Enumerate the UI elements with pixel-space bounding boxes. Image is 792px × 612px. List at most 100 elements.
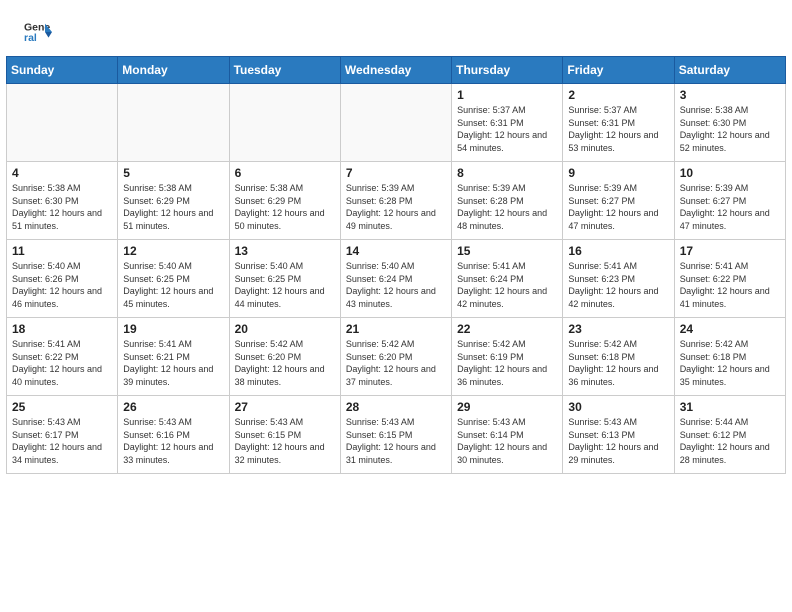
day-number: 2 [568, 88, 668, 102]
day-number: 6 [235, 166, 335, 180]
day-info: Sunrise: 5:42 AMSunset: 6:18 PMDaylight:… [680, 338, 780, 388]
day-info: Sunrise: 5:41 AMSunset: 6:24 PMDaylight:… [457, 260, 557, 310]
week-row-5: 25 Sunrise: 5:43 AMSunset: 6:17 PMDayligh… [7, 396, 786, 474]
day-number: 15 [457, 244, 557, 258]
day-cell [118, 84, 229, 162]
day-info: Sunrise: 5:41 AMSunset: 6:22 PMDaylight:… [12, 338, 112, 388]
day-info: Sunrise: 5:41 AMSunset: 6:21 PMDaylight:… [123, 338, 223, 388]
weekday-header-tuesday: Tuesday [229, 57, 340, 84]
day-number: 11 [12, 244, 112, 258]
day-number: 22 [457, 322, 557, 336]
weekday-header-row: SundayMondayTuesdayWednesdayThursdayFrid… [7, 57, 786, 84]
day-info: Sunrise: 5:39 AMSunset: 6:28 PMDaylight:… [346, 182, 446, 232]
day-info: Sunrise: 5:43 AMSunset: 6:17 PMDaylight:… [12, 416, 112, 466]
day-cell: 15 Sunrise: 5:41 AMSunset: 6:24 PMDayligh… [452, 240, 563, 318]
day-info: Sunrise: 5:42 AMSunset: 6:20 PMDaylight:… [346, 338, 446, 388]
day-info: Sunrise: 5:43 AMSunset: 6:14 PMDaylight:… [457, 416, 557, 466]
day-cell: 5 Sunrise: 5:38 AMSunset: 6:29 PMDaylight… [118, 162, 229, 240]
day-cell: 22 Sunrise: 5:42 AMSunset: 6:19 PMDayligh… [452, 318, 563, 396]
day-cell: 7 Sunrise: 5:39 AMSunset: 6:28 PMDaylight… [340, 162, 451, 240]
day-cell: 9Sunrise: 5:39 AMSunset: 6:27 PMDaylight… [563, 162, 674, 240]
day-cell: 28Sunrise: 5:43 AMSunset: 6:15 PMDayligh… [340, 396, 451, 474]
weekday-header-monday: Monday [118, 57, 229, 84]
week-row-2: 4Sunrise: 5:38 AMSunset: 6:30 PMDaylight… [7, 162, 786, 240]
day-cell: 13Sunrise: 5:40 AMSunset: 6:25 PMDayligh… [229, 240, 340, 318]
day-info: Sunrise: 5:39 AMSunset: 6:27 PMDaylight:… [680, 182, 780, 232]
day-cell: 17 Sunrise: 5:41 AMSunset: 6:22 PMDayligh… [674, 240, 785, 318]
day-cell: 3 Sunrise: 5:38 AMSunset: 6:30 PMDaylight… [674, 84, 785, 162]
day-info: Sunrise: 5:37 AMSunset: 6:31 PMDaylight:… [568, 104, 668, 154]
day-number: 12 [123, 244, 223, 258]
day-info: Sunrise: 5:37 AMSunset: 6:31 PMDaylight:… [457, 104, 557, 154]
day-number: 27 [235, 400, 335, 414]
day-info: Sunrise: 5:44 AMSunset: 6:12 PMDaylight:… [680, 416, 780, 466]
weekday-header-thursday: Thursday [452, 57, 563, 84]
calendar-wrapper: SundayMondayTuesdayWednesdayThursdayFrid… [0, 56, 792, 480]
day-cell: 29 Sunrise: 5:43 AMSunset: 6:14 PMDayligh… [452, 396, 563, 474]
day-cell: 11 Sunrise: 5:40 AMSunset: 6:26 PMDayligh… [7, 240, 118, 318]
day-cell: 21 Sunrise: 5:42 AMSunset: 6:20 PMDayligh… [340, 318, 451, 396]
day-info: Sunrise: 5:39 AMSunset: 6:28 PMDaylight:… [457, 182, 557, 232]
day-number: 21 [346, 322, 446, 336]
day-number: 30 [568, 400, 668, 414]
day-cell: 20Sunrise: 5:42 AMSunset: 6:20 PMDayligh… [229, 318, 340, 396]
day-info: Sunrise: 5:42 AMSunset: 6:20 PMDaylight:… [235, 338, 335, 388]
logo-icon: Gene ral [24, 18, 52, 46]
day-cell: 26Sunrise: 5:43 AMSunset: 6:16 PMDayligh… [118, 396, 229, 474]
day-info: Sunrise: 5:40 AMSunset: 6:24 PMDaylight:… [346, 260, 446, 310]
day-number: 18 [12, 322, 112, 336]
day-number: 14 [346, 244, 446, 258]
day-info: Sunrise: 5:41 AMSunset: 6:23 PMDaylight:… [568, 260, 668, 310]
day-info: Sunrise: 5:42 AMSunset: 6:19 PMDaylight:… [457, 338, 557, 388]
day-info: Sunrise: 5:38 AMSunset: 6:29 PMDaylight:… [123, 182, 223, 232]
day-number: 9 [568, 166, 668, 180]
weekday-header-saturday: Saturday [674, 57, 785, 84]
day-number: 24 [680, 322, 780, 336]
day-info: Sunrise: 5:41 AMSunset: 6:22 PMDaylight:… [680, 260, 780, 310]
day-info: Sunrise: 5:40 AMSunset: 6:25 PMDaylight:… [235, 260, 335, 310]
day-cell: 6 Sunrise: 5:38 AMSunset: 6:29 PMDaylight… [229, 162, 340, 240]
day-cell: 2 Sunrise: 5:37 AMSunset: 6:31 PMDaylight… [563, 84, 674, 162]
day-cell: 30 Sunrise: 5:43 AMSunset: 6:13 PMDayligh… [563, 396, 674, 474]
week-row-1: 1 Sunrise: 5:37 AMSunset: 6:31 PMDaylight… [7, 84, 786, 162]
day-cell: 4Sunrise: 5:38 AMSunset: 6:30 PMDaylight… [7, 162, 118, 240]
day-cell [7, 84, 118, 162]
day-number: 1 [457, 88, 557, 102]
day-cell: 10 Sunrise: 5:39 AMSunset: 6:27 PMDayligh… [674, 162, 785, 240]
page-header: Gene ral [0, 0, 792, 56]
day-number: 19 [123, 322, 223, 336]
day-info: Sunrise: 5:38 AMSunset: 6:29 PMDaylight:… [235, 182, 335, 232]
day-info: Sunrise: 5:42 AMSunset: 6:18 PMDaylight:… [568, 338, 668, 388]
day-cell: 8 Sunrise: 5:39 AMSunset: 6:28 PMDaylight… [452, 162, 563, 240]
week-row-4: 18 Sunrise: 5:41 AMSunset: 6:22 PMDayligh… [7, 318, 786, 396]
day-number: 29 [457, 400, 557, 414]
day-info: Sunrise: 5:43 AMSunset: 6:15 PMDaylight:… [235, 416, 335, 466]
day-info: Sunrise: 5:40 AMSunset: 6:26 PMDaylight:… [12, 260, 112, 310]
day-number: 7 [346, 166, 446, 180]
day-cell: 1 Sunrise: 5:37 AMSunset: 6:31 PMDaylight… [452, 84, 563, 162]
day-info: Sunrise: 5:43 AMSunset: 6:13 PMDaylight:… [568, 416, 668, 466]
calendar-table: SundayMondayTuesdayWednesdayThursdayFrid… [6, 56, 786, 474]
day-number: 5 [123, 166, 223, 180]
day-number: 10 [680, 166, 780, 180]
day-cell: 24 Sunrise: 5:42 AMSunset: 6:18 PMDayligh… [674, 318, 785, 396]
day-info: Sunrise: 5:40 AMSunset: 6:25 PMDaylight:… [123, 260, 223, 310]
day-number: 26 [123, 400, 223, 414]
day-info: Sunrise: 5:38 AMSunset: 6:30 PMDaylight:… [12, 182, 112, 232]
day-number: 25 [12, 400, 112, 414]
day-info: Sunrise: 5:43 AMSunset: 6:15 PMDaylight:… [346, 416, 446, 466]
day-info: Sunrise: 5:38 AMSunset: 6:30 PMDaylight:… [680, 104, 780, 154]
day-number: 3 [680, 88, 780, 102]
day-number: 8 [457, 166, 557, 180]
day-cell [229, 84, 340, 162]
day-cell: 12 Sunrise: 5:40 AMSunset: 6:25 PMDayligh… [118, 240, 229, 318]
day-cell: 27 Sunrise: 5:43 AMSunset: 6:15 PMDayligh… [229, 396, 340, 474]
svg-text:ral: ral [24, 32, 37, 44]
day-number: 17 [680, 244, 780, 258]
day-cell: 16 Sunrise: 5:41 AMSunset: 6:23 PMDayligh… [563, 240, 674, 318]
day-number: 16 [568, 244, 668, 258]
week-row-3: 11 Sunrise: 5:40 AMSunset: 6:26 PMDayligh… [7, 240, 786, 318]
day-cell: 25 Sunrise: 5:43 AMSunset: 6:17 PMDayligh… [7, 396, 118, 474]
weekday-header-wednesday: Wednesday [340, 57, 451, 84]
day-number: 23 [568, 322, 668, 336]
